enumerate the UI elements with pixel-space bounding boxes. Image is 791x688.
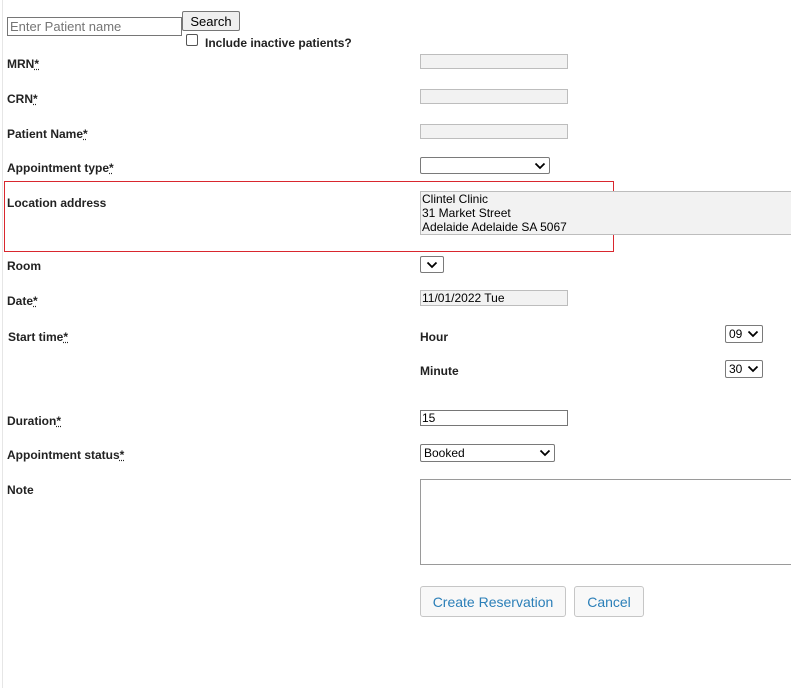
appointment-type-label: Appointment type* (7, 161, 114, 175)
appointment-status-label: Appointment status* (7, 448, 125, 462)
required-mark: * (33, 92, 38, 106)
date-field[interactable]: 11/01/2022 Tue (420, 290, 568, 306)
include-inactive-label: Include inactive patients? (205, 36, 352, 50)
room-select[interactable] (420, 256, 444, 273)
duration-label: Duration* (7, 414, 62, 428)
required-mark: * (83, 127, 88, 141)
chevron-down-icon (534, 162, 546, 169)
hour-value: 09 (729, 327, 743, 341)
chevron-down-icon (539, 449, 551, 457)
note-textarea[interactable] (420, 479, 791, 565)
room-label: Room (7, 259, 41, 273)
chevron-down-icon (426, 261, 438, 268)
location-address-field[interactable]: Clintel Clinic 31 Market Street Adelaide… (420, 191, 791, 235)
duration-input[interactable]: 15 (420, 410, 568, 426)
required-mark: * (63, 330, 69, 344)
start-time-label: Start time* (8, 330, 69, 344)
minute-label: Minute (420, 364, 459, 378)
location-address-label: Location address (7, 196, 107, 210)
hour-select[interactable]: 09 (725, 325, 763, 343)
appointment-status-value: Booked (424, 446, 465, 460)
chevron-down-icon (747, 365, 759, 373)
crn-label: CRN* (7, 92, 38, 106)
patient-name-label: Patient Name* (7, 127, 88, 141)
left-border (2, 0, 3, 688)
patient-name-field[interactable] (420, 124, 568, 139)
mrn-field[interactable] (420, 54, 568, 69)
location-line: Clintel Clinic (422, 192, 489, 206)
chevron-down-icon (747, 330, 759, 338)
minute-select[interactable]: 30 (725, 360, 763, 378)
required-mark: * (56, 414, 62, 428)
required-mark: * (33, 294, 38, 308)
required-mark: * (109, 161, 114, 175)
cancel-button[interactable]: Cancel (574, 586, 644, 617)
date-label: Date* (7, 294, 38, 308)
appointment-status-select[interactable]: Booked (420, 444, 555, 462)
location-line: 31 Market Street (422, 206, 511, 220)
location-line: Adelaide Adelaide SA 5067 (422, 220, 567, 234)
crn-field[interactable] (420, 89, 568, 104)
include-inactive-checkbox[interactable] (186, 34, 198, 46)
create-reservation-button[interactable]: Create Reservation (420, 586, 566, 617)
hour-label: Hour (420, 330, 448, 344)
minute-value: 30 (729, 362, 743, 376)
search-button[interactable]: Search (182, 11, 240, 31)
patient-search-input[interactable] (7, 17, 182, 36)
appointment-type-select[interactable] (420, 157, 550, 174)
required-mark: * (34, 57, 39, 71)
mrn-label: MRN* (7, 57, 39, 71)
required-mark: * (119, 448, 125, 462)
note-label: Note (7, 483, 34, 497)
